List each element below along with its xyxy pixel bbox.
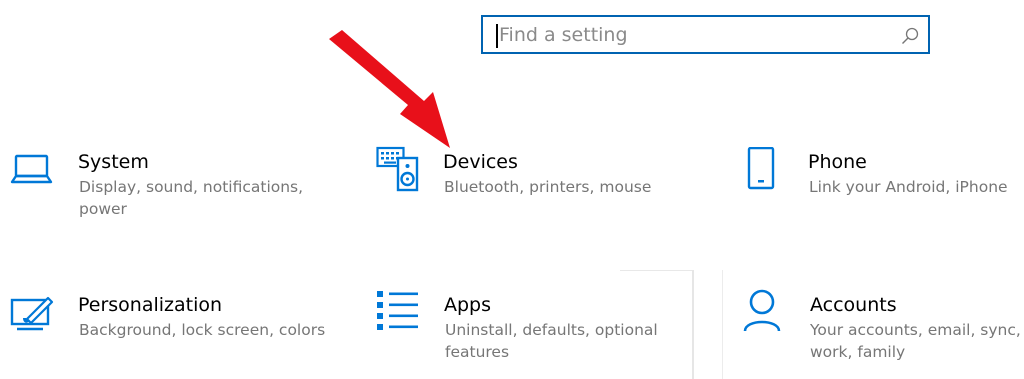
tile-personalization[interactable]: Personalization Background, lock screen,… — [10, 293, 325, 379]
person-icon — [743, 289, 781, 332]
tile-description: Your accounts, email, sync, work, family — [810, 321, 1021, 361]
tile-system[interactable]: System Display, sound, notifications, po… — [10, 150, 310, 240]
text-caret — [496, 24, 498, 48]
tile-apps[interactable]: Apps Uninstall, defaults, optional featu… — [376, 291, 676, 379]
phone-icon — [747, 147, 775, 190]
settings-home: System Display, sound, notifications, po… — [0, 0, 1024, 379]
tile-description: Uninstall, defaults, optional features — [445, 321, 658, 361]
personalization-icon — [10, 296, 54, 331]
tile-title: Devices — [443, 151, 518, 173]
laptop-icon — [10, 154, 53, 184]
tile-title: Accounts — [810, 294, 897, 316]
hover-frame-edge — [620, 270, 694, 271]
tile-accounts[interactable]: Accounts Your accounts, email, sync, wor… — [742, 289, 1024, 379]
search-input[interactable] — [493, 21, 899, 49]
tile-title: Apps — [444, 294, 492, 316]
tile-description: Bluetooth, printers, mouse — [444, 178, 652, 196]
apps-list-icon — [377, 291, 418, 330]
hover-frame-edge — [692, 270, 694, 379]
divider — [722, 270, 723, 379]
tile-devices[interactable]: Devices Bluetooth, printers, mouse — [376, 146, 676, 240]
tile-phone[interactable]: Phone Link your Android, iPhone — [740, 147, 1024, 240]
red-arrow-icon — [329, 30, 450, 148]
tile-description: Background, lock screen, colors — [79, 321, 326, 339]
tile-description: Display, sound, notifications, power — [79, 178, 304, 218]
tile-description: Link your Android, iPhone — [809, 178, 1008, 196]
search-icon[interactable] — [900, 26, 920, 46]
devices-icon — [376, 146, 419, 192]
tile-title: Personalization — [78, 294, 223, 316]
tile-title: System — [78, 151, 149, 173]
search-box[interactable] — [481, 15, 930, 54]
tile-title: Phone — [808, 151, 867, 173]
